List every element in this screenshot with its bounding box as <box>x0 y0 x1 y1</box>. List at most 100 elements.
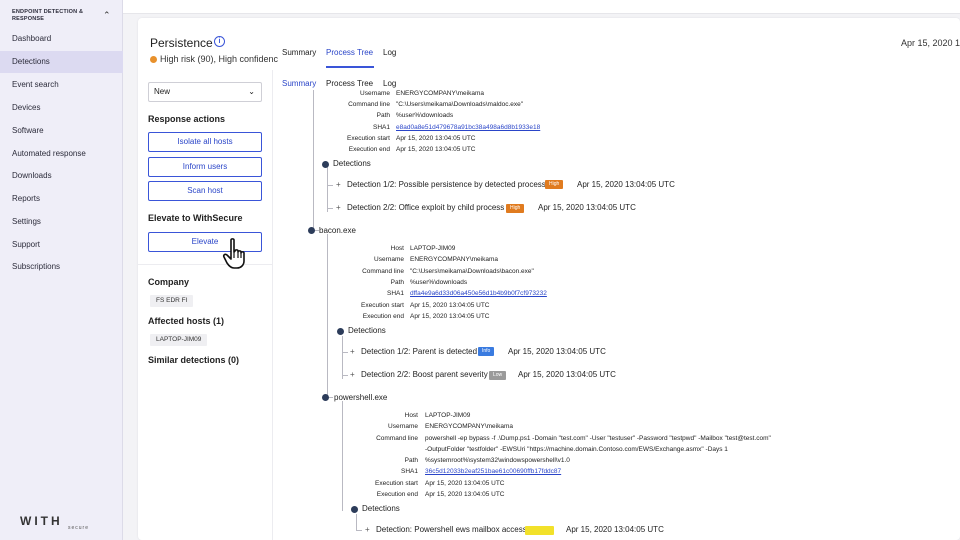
tree-line <box>313 90 314 232</box>
row-value: Apr 15, 2020 13:04:05 UTC <box>396 135 476 142</box>
hand-cursor-icon <box>222 238 245 269</box>
row-value: Apr 15, 2020 13:04:05 UTC <box>396 146 476 153</box>
page-title: Persistence <box>150 36 213 50</box>
sha1-link[interactable]: 36c5d12033b2eaf251bae61c00690ffb17fddc87 <box>425 468 561 475</box>
row-key: Username <box>360 90 390 97</box>
risk-text: High risk (90), High confidence <box>160 54 278 64</box>
tree-tab-log[interactable]: Log <box>383 79 396 88</box>
info-icon[interactable]: i <box>214 36 225 47</box>
chevron-up-icon[interactable]: ⌃ <box>103 10 111 21</box>
sidebar-item-automated-response[interactable]: Automated response <box>0 143 123 165</box>
response-actions-title: Response actions <box>148 114 226 124</box>
sidebar-item-support[interactable]: Support <box>0 234 123 256</box>
row-key: Command line <box>362 268 404 275</box>
row-key: Execution end <box>362 313 404 320</box>
sha1-link[interactable]: dffa4e9a6d33d06a450e56d1b4b9b0f7cf973232 <box>410 290 547 297</box>
process-node-icon[interactable] <box>308 227 315 234</box>
inform-users-button[interactable]: Inform users <box>148 157 262 177</box>
severity-badge: Unknown <box>525 526 554 535</box>
tab-process-tree[interactable]: Process Tree <box>326 48 373 57</box>
row-value: Apr 15, 2020 13:04:05 UTC <box>425 480 505 487</box>
tree-line <box>342 336 343 379</box>
row-value: %user%\downloads <box>396 112 454 119</box>
tree-line <box>342 352 348 353</box>
status-value: New <box>154 87 171 96</box>
detection-item[interactable]: Detection 1/2: Possible persistence by d… <box>347 180 546 189</box>
row-key: Command line <box>376 435 418 442</box>
detections-label: Detections <box>348 326 386 335</box>
sidebar-item-downloads[interactable]: Downloads <box>0 165 123 187</box>
row-key: Path <box>390 279 404 286</box>
sidebar: ENDPOINT DETECTION & RESPONSE ⌃ Dashboar… <box>0 0 123 540</box>
sidebar-item-event-search[interactable]: Event search <box>0 74 123 96</box>
process-node-icon[interactable] <box>322 394 329 401</box>
row-key: Execution start <box>375 480 418 487</box>
row-key: Execution end <box>376 491 418 498</box>
row-key: Execution start <box>361 302 404 309</box>
detection-date: Apr 15, 2020 13:04:05 UTC <box>538 203 636 212</box>
elevate-title: Elevate to WithSecure <box>148 213 243 223</box>
row-value: "C:\Users\meikama\Downloads\bacon.exe" <box>410 268 534 275</box>
panel-divider-h <box>138 264 272 265</box>
detections-node-icon[interactable] <box>337 328 344 335</box>
detection-date: Apr 15, 2020 13:04:05 UTC <box>518 370 616 379</box>
process-name[interactable]: bacon.exe <box>319 226 356 235</box>
sidebar-item-software[interactable]: Software <box>0 120 123 142</box>
row-key: Host <box>390 245 404 252</box>
expand-icon[interactable]: + <box>350 347 355 356</box>
tab-summary[interactable]: Summary <box>282 48 316 57</box>
withsecure-logo: WITH secure <box>20 512 88 531</box>
similar-detections-title: Similar detections (0) <box>148 355 240 365</box>
scan-host-button[interactable]: Scan host <box>148 181 262 201</box>
chevron-down-icon: ⌄ <box>248 87 255 96</box>
sidebar-item-subscriptions[interactable]: Subscriptions <box>0 256 123 278</box>
host-tag[interactable]: LAPTOP-JIM09 <box>150 334 208 346</box>
sidebar-item-detections[interactable]: Detections <box>0 51 123 73</box>
row-key: SHA1 <box>387 290 404 297</box>
row-value: LAPTOP-JIM09 <box>410 245 456 252</box>
detection-item[interactable]: Detection: Powershell ews mailbox access <box>376 525 527 534</box>
top-bar <box>123 0 960 14</box>
tree-line <box>327 234 328 399</box>
product-name: ENDPOINT DETECTION & RESPONSE <box>12 9 84 22</box>
status-select[interactable]: New ⌄ <box>148 82 262 102</box>
row-value: %systemroot%\system32\windowspowershell\… <box>425 457 570 464</box>
row-key: SHA1 <box>373 124 390 131</box>
detections-label: Detections <box>333 159 371 168</box>
tree-line <box>356 530 362 531</box>
row-key: Host <box>404 412 418 419</box>
row-key: Execution end <box>348 146 390 153</box>
row-key: Path <box>404 457 418 464</box>
sha1-link[interactable]: e8ad0a8e51d479678a91bc38a498a6d8b1933e18 <box>396 124 540 131</box>
isolate-all-hosts-button[interactable]: Isolate all hosts <box>148 132 262 152</box>
detection-item[interactable]: Detection 2/2: Boost parent severity <box>361 370 488 379</box>
severity-badge: High <box>506 204 525 213</box>
tree-tab-process-tree[interactable]: Process Tree <box>326 79 373 88</box>
row-value: Apr 15, 2020 13:04:05 UTC <box>410 313 490 320</box>
expand-icon[interactable]: + <box>350 370 355 379</box>
detections-node-icon[interactable] <box>351 506 358 513</box>
tree-line <box>356 514 357 530</box>
expand-icon[interactable]: + <box>336 203 341 212</box>
sidebar-item-devices[interactable]: Devices <box>0 97 123 119</box>
detection-item[interactable]: Detection 1/2: Parent is detected <box>361 347 477 356</box>
sidebar-item-dashboard[interactable]: Dashboard <box>0 28 123 50</box>
logo-subtext: secure <box>68 525 90 531</box>
tab-log[interactable]: Log <box>383 48 396 57</box>
row-value-continued: -OutputFolder "testfolder" -EWSUri "http… <box>425 446 728 453</box>
row-value: ENERGYCOMPANY\meikama <box>425 423 514 430</box>
expand-icon[interactable]: + <box>365 525 370 534</box>
row-key: Username <box>388 423 418 430</box>
tree-line <box>327 167 328 212</box>
tree-tab-summary[interactable]: Summary <box>282 79 316 88</box>
detections-node-icon[interactable] <box>322 161 329 168</box>
row-key: Username <box>374 256 404 263</box>
row-value: %user%\downloads <box>410 279 468 286</box>
sidebar-item-reports[interactable]: Reports <box>0 188 123 210</box>
sidebar-item-settings[interactable]: Settings <box>0 211 123 233</box>
detection-item[interactable]: Detection 2/2: Office exploit by child p… <box>347 203 504 212</box>
expand-icon[interactable]: + <box>336 180 341 189</box>
row-value: Apr 15, 2020 13:04:05 UTC <box>410 302 490 309</box>
severity-badge: Info <box>478 347 495 356</box>
logo-text: WITH <box>20 514 63 528</box>
